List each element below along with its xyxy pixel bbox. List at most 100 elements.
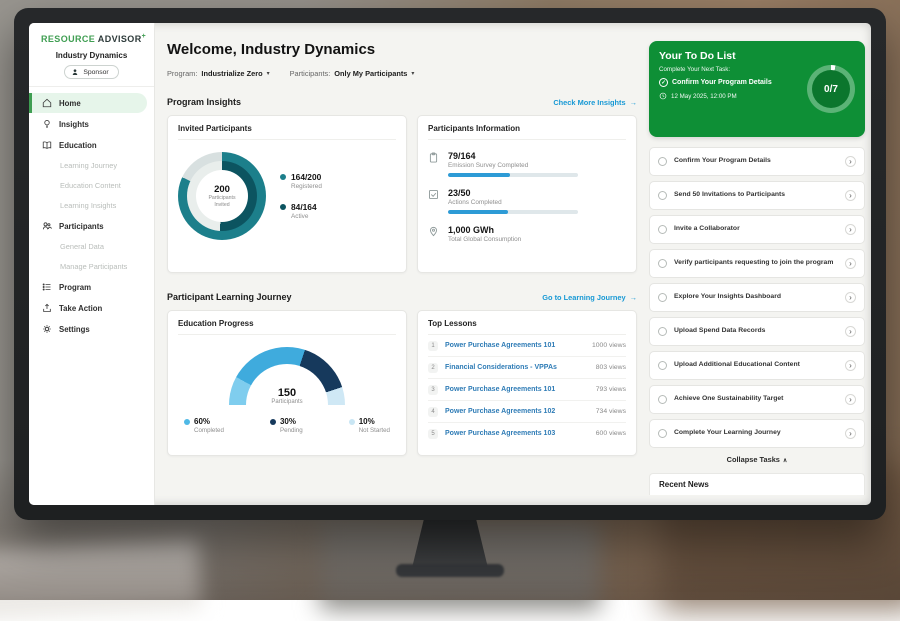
emission-progress-bar <box>448 173 578 177</box>
sidebar-item-settings[interactable]: Settings <box>29 319 154 339</box>
task-row[interactable]: Invite a Collaborator › <box>649 215 865 244</box>
lesson-rank: 4 <box>428 407 438 417</box>
task-checkbox[interactable] <box>658 191 667 200</box>
lesson-row[interactable]: 1 Power Purchase Agreements 101 1000 vie… <box>428 335 626 357</box>
monitor-stand-base <box>396 564 504 577</box>
check-glyph: ✓ <box>661 80 666 86</box>
task-checkbox[interactable] <box>658 429 667 438</box>
chevron-right-icon[interactable]: › <box>845 224 856 235</box>
gauge-center: 150 Participants <box>229 387 345 405</box>
chevron-right-icon[interactable]: › <box>845 394 856 405</box>
todo-panel: Your To Do List Complete Your Next Task:… <box>649 23 865 505</box>
lesson-views: 734 views <box>596 408 626 415</box>
sidebar-item-learning-insights[interactable]: Learning Insights <box>29 196 154 215</box>
dashboard-screen: RESOURCE ADVISOR+ Industry Dynamics Spon… <box>29 23 871 505</box>
participants-dropdown[interactable]: Participants: Only My Participants ▾ <box>290 69 415 78</box>
chevron-right-icon[interactable]: › <box>845 360 856 371</box>
lesson-row[interactable]: 5 Power Purchase Agreements 103 600 view… <box>428 423 626 444</box>
progress-fill <box>448 210 508 214</box>
task-checkbox[interactable] <box>658 361 667 370</box>
legend-pending: 30% Pending <box>270 417 303 434</box>
task-checkbox[interactable] <box>658 157 667 166</box>
task-checkbox[interactable] <box>658 293 667 302</box>
lesson-link[interactable]: Power Purchase Agreements 102 <box>445 408 589 415</box>
sidebar-item-learning-journey[interactable]: Learning Journey <box>29 156 154 175</box>
collapse-tasks-link[interactable]: Collapse Tasks∧ <box>649 455 865 464</box>
task-row[interactable]: Explore Your Insights Dashboard › <box>649 283 865 312</box>
lightbulb-icon <box>42 119 52 129</box>
home-icon <box>42 98 52 108</box>
lesson-row[interactable]: 2 Financial Considerations - VPPAs 803 v… <box>428 357 626 379</box>
divider <box>29 86 154 87</box>
sidebar-item-take-action[interactable]: Take Action <box>29 298 154 318</box>
lesson-row[interactable]: 3 Power Purchase Agreements 101 793 view… <box>428 379 626 401</box>
legend-active: 84/164 Active <box>280 202 322 220</box>
task-row[interactable]: Send 50 Invitations to Participants › <box>649 181 865 210</box>
sidebar-item-label: Participants <box>59 222 104 231</box>
people-icon <box>42 221 52 231</box>
lesson-link[interactable]: Power Purchase Agreements 103 <box>445 430 589 437</box>
go-to-learning-journey-link[interactable]: Go to Learning Journey → <box>542 293 637 302</box>
sidebar-item-home[interactable]: Home <box>29 93 147 113</box>
gauge-value: 150 <box>229 387 345 399</box>
donut-center-value: 200 <box>214 184 230 195</box>
sidebar-item-program[interactable]: Program <box>29 277 154 297</box>
gear-icon <box>42 324 52 334</box>
insights-cards: Invited Participants 200 Participants In… <box>167 115 637 273</box>
task-checkbox[interactable] <box>658 395 667 404</box>
sidebar-item-participants[interactable]: Participants <box>29 216 154 236</box>
actions-progress-bar <box>448 210 578 214</box>
lesson-views: 1000 views <box>592 342 626 349</box>
task-row[interactable]: Complete Your Learning Journey › <box>649 419 865 448</box>
task-row[interactable]: Achieve One Sustainability Target › <box>649 385 865 414</box>
logo-resource: RESOURCE <box>41 34 95 44</box>
sidebar-item-manage-participants[interactable]: Manage Participants <box>29 257 154 276</box>
lesson-views: 600 views <box>596 430 626 437</box>
legend-label: Pending <box>280 427 303 434</box>
chevron-right-icon[interactable]: › <box>845 156 856 167</box>
sidebar-item-education[interactable]: Education <box>29 135 154 155</box>
todo-progress-value: 0/7 <box>812 70 850 108</box>
gauge-legend: 60% Completed 30% Pending <box>184 417 390 434</box>
monitor-bezel: RESOURCE ADVISOR+ Industry Dynamics Spon… <box>14 8 886 520</box>
lesson-link[interactable]: Power Purchase Agreements 101 <box>445 386 589 393</box>
program-dropdown[interactable]: Program: Industrialize Zero ▾ <box>167 69 270 78</box>
task-row[interactable]: Verify participants requesting to join t… <box>649 249 865 278</box>
lesson-link[interactable]: Financial Considerations - VPPAs <box>445 364 589 371</box>
task-row[interactable]: Confirm Your Program Details › <box>649 147 865 176</box>
sidebar-item-insights[interactable]: Insights <box>29 114 154 134</box>
sidebar-item-general-data[interactable]: General Data <box>29 237 154 256</box>
task-row[interactable]: Upload Additional Educational Content › <box>649 351 865 380</box>
lesson-views: 793 views <box>596 386 626 393</box>
lesson-link[interactable]: Power Purchase Agreements 101 <box>445 342 585 349</box>
task-label: Invite a Collaborator <box>674 225 838 234</box>
chevron-right-icon[interactable]: › <box>845 326 856 337</box>
chevron-right-icon[interactable]: › <box>845 190 856 201</box>
arrow-right-icon: → <box>630 98 637 107</box>
task-list: Confirm Your Program Details › Send 50 I… <box>649 147 865 448</box>
program-value: Industrialize Zero <box>201 69 262 78</box>
sidebar-item-label: Settings <box>59 325 90 334</box>
stat-actions-completed: 23/50 Actions Completed <box>428 188 626 214</box>
program-label: Program: <box>167 69 197 78</box>
chevron-right-icon[interactable]: › <box>845 428 856 439</box>
check-more-insights-link[interactable]: Check More Insights → <box>553 98 637 107</box>
sidebar-item-label: Manage Participants <box>60 262 127 271</box>
section-title: Program Insights <box>167 97 241 107</box>
stat-global-consumption: 1,000 GWh Total Global Consumption <box>428 225 626 243</box>
arrow-right-icon: → <box>630 293 637 302</box>
participants-label: Participants: <box>290 69 331 78</box>
filter-bar: Program: Industrialize Zero ▾ Participan… <box>167 69 637 78</box>
lesson-row[interactable]: 4 Power Purchase Agreements 102 734 view… <box>428 401 626 423</box>
education-gauge-chart: 150 Participants <box>229 347 345 405</box>
chevron-right-icon[interactable]: › <box>845 258 856 269</box>
sidebar-item-label: General Data <box>60 242 104 251</box>
task-checkbox[interactable] <box>658 225 667 234</box>
recent-news-header[interactable]: Recent News <box>649 473 865 495</box>
chevron-right-icon[interactable]: › <box>845 292 856 303</box>
task-row[interactable]: Upload Spend Data Records › <box>649 317 865 346</box>
sponsor-label: Sponsor <box>83 69 108 76</box>
task-checkbox[interactable] <box>658 327 667 336</box>
task-checkbox[interactable] <box>658 259 667 268</box>
sidebar-item-education-content[interactable]: Education Content <box>29 176 154 195</box>
